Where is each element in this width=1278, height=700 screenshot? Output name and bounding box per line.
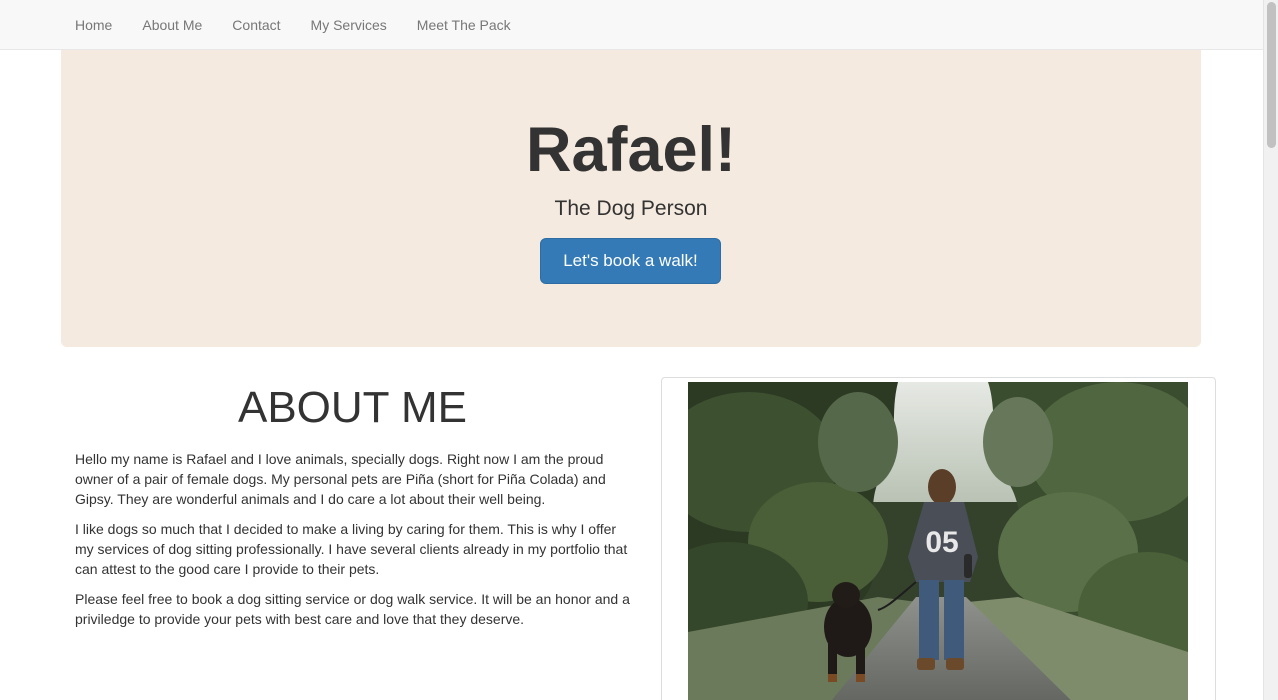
nav-link-about-me[interactable]: About Me bbox=[127, 0, 217, 50]
top-navbar: Home About Me Contact My Services Meet T… bbox=[0, 0, 1263, 50]
about-section: ABOUT ME Hello my name is Rafael and I l… bbox=[75, 377, 630, 639]
sweatshirt-number: 05 bbox=[925, 526, 958, 559]
nav-link-my-services[interactable]: My Services bbox=[296, 0, 402, 50]
about-paragraph-2: I like dogs so much that I decided to ma… bbox=[75, 521, 628, 577]
scrollbar-thumb[interactable] bbox=[1267, 2, 1276, 148]
dog-walk-illustration: 05 bbox=[688, 382, 1188, 700]
dog-walk-photo: 05 bbox=[688, 382, 1188, 700]
nav-item-contact: Contact bbox=[217, 0, 295, 50]
hero-subtitle: The Dog Person bbox=[554, 197, 708, 220]
nav-item-about: About Me bbox=[127, 0, 217, 50]
nav-link-meet-the-pack[interactable]: Meet The Pack bbox=[402, 0, 526, 50]
nav-link-home[interactable]: Home bbox=[60, 0, 127, 50]
book-walk-button[interactable]: Let's book a walk! bbox=[540, 238, 721, 284]
nav-link-contact[interactable]: Contact bbox=[217, 0, 295, 50]
photo-thumbnail-card: 05 bbox=[661, 377, 1216, 700]
nav-item-pack: Meet The Pack bbox=[402, 0, 526, 50]
nav-item-services: My Services bbox=[296, 0, 402, 50]
about-paragraph-3: Please feel free to book a dog sitting s… bbox=[75, 591, 630, 627]
hero-jumbotron: Rafael! The Dog Person Let's book a walk… bbox=[61, 50, 1201, 347]
about-heading: ABOUT ME bbox=[237, 383, 467, 432]
hero-title: Rafael! bbox=[525, 115, 737, 185]
about-paragraph-1: Hello my name is Rafael and I love anima… bbox=[75, 451, 606, 507]
vertical-scrollbar[interactable] bbox=[1263, 0, 1278, 700]
nav-item-home: Home bbox=[60, 0, 127, 50]
nav-list: Home About Me Contact My Services Meet T… bbox=[60, 0, 526, 50]
